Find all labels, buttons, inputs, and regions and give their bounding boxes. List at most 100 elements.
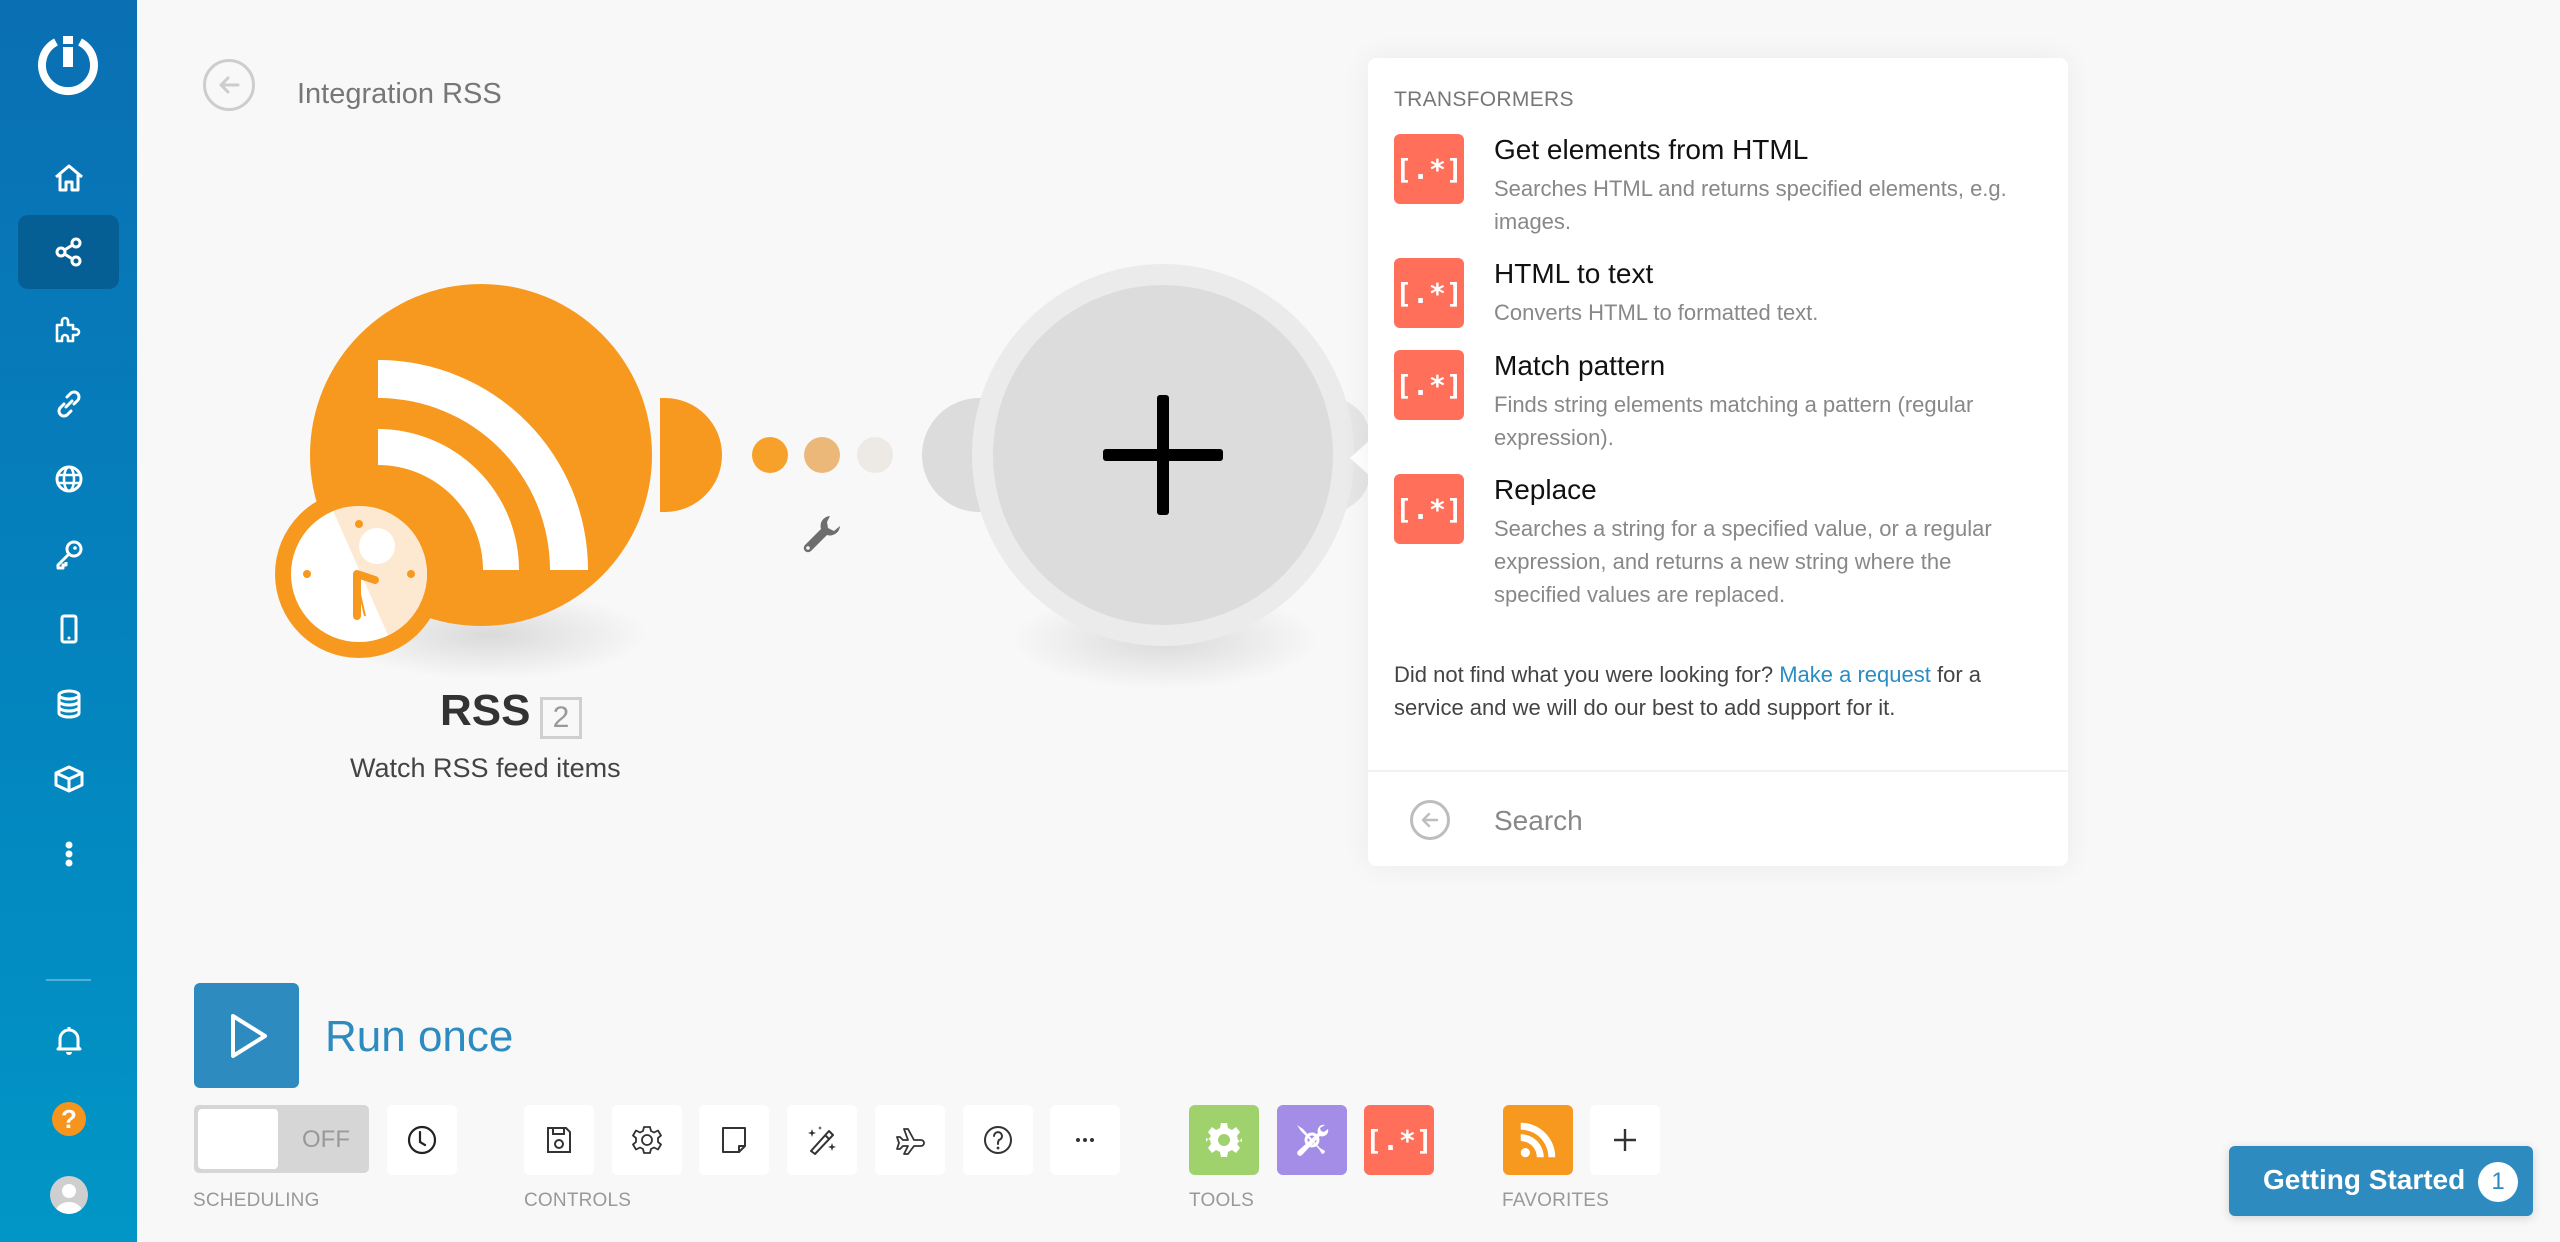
request-service-text: Did not find what you were looking for? … <box>1394 658 2034 724</box>
airplane-icon <box>896 1128 925 1155</box>
help-button[interactable] <box>963 1105 1033 1175</box>
settings-icon <box>632 1126 662 1154</box>
connector-dot <box>752 437 788 473</box>
mobile-icon <box>60 614 77 644</box>
sidebar-item-templates[interactable] <box>18 292 119 366</box>
favorite-rss[interactable] <box>1503 1105 1573 1175</box>
explain-flow-button[interactable] <box>875 1105 945 1175</box>
module-item-desc: Converts HTML to formatted text. <box>1494 300 1819 325</box>
connector-dot <box>804 437 840 473</box>
key-icon <box>56 540 82 570</box>
more-vertical-icon <box>65 841 72 867</box>
add-favorite-button[interactable] <box>1590 1105 1660 1175</box>
sidebar-item-home[interactable] <box>18 141 119 215</box>
plus-icon <box>1614 1129 1636 1151</box>
play-icon <box>230 1013 267 1058</box>
sidebar-item-connections[interactable] <box>18 367 119 441</box>
text-parser-icon: [.*] <box>1394 134 1464 204</box>
tools-icon <box>1297 1124 1329 1156</box>
run-once-button[interactable] <box>194 983 299 1088</box>
favorites-label: FAVORITES <box>1502 1190 1610 1211</box>
sidebar-item-more[interactable] <box>18 817 119 891</box>
search-back-button[interactable] <box>1410 800 1450 840</box>
toggle-knob <box>198 1109 278 1169</box>
text-parser-icon: [.*] <box>1394 350 1464 420</box>
more-button[interactable] <box>1050 1105 1120 1175</box>
getting-started-count: 1 <box>2478 1162 2518 1202</box>
user-icon <box>55 1184 83 1214</box>
notes-button[interactable] <box>699 1105 769 1175</box>
flow-control-tool[interactable] <box>1189 1105 1259 1175</box>
controls-label: CONTROLS <box>524 1190 632 1211</box>
scenario-settings-button[interactable] <box>612 1105 682 1175</box>
module-app-name: RSS <box>440 686 531 735</box>
sidebar-item-devices[interactable] <box>18 592 119 666</box>
avatar[interactable] <box>50 1176 88 1214</box>
module-action-label: Watch RSS feed items <box>350 753 621 783</box>
tools-tool[interactable] <box>1277 1105 1347 1175</box>
globe-icon <box>55 465 82 493</box>
module-search-input[interactable] <box>1492 798 2036 844</box>
module-item-name: Replace <box>1494 474 1597 505</box>
module-item-desc: Searches HTML and returns specified elem… <box>1494 176 2007 234</box>
module-item-desc: Searches a string for a specified value,… <box>1494 516 1992 607</box>
wrench-icon[interactable] <box>800 512 844 556</box>
sidebar-item-data-stores[interactable] <box>18 667 119 741</box>
save-icon <box>547 1127 571 1153</box>
sidebar-item-data-structures[interactable] <box>18 742 119 816</box>
schedule-settings-button[interactable] <box>387 1105 457 1175</box>
help-button[interactable]: ? <box>52 1102 86 1136</box>
save-button[interactable] <box>524 1105 594 1175</box>
arrow-left-icon <box>219 76 240 94</box>
share-nodes-icon <box>55 237 81 267</box>
module-id-badge: 2 <box>540 697 582 739</box>
bell-icon <box>56 1027 81 1055</box>
arrow-left-icon <box>1421 812 1439 828</box>
module-output-connector[interactable] <box>660 398 722 512</box>
sidebar-item-webhooks[interactable] <box>18 442 119 516</box>
run-once-label[interactable]: Run once <box>325 1012 513 1062</box>
auto-align-button[interactable] <box>787 1105 857 1175</box>
panel-divider <box>1368 770 2068 772</box>
module-item-name: Get elements from HTML <box>1494 134 1809 165</box>
section-title: TRANSFORMERS <box>1394 88 1574 111</box>
help-icon <box>984 1126 1012 1154</box>
rss-icon <box>1520 1122 1556 1158</box>
magic-wand-icon <box>808 1126 836 1155</box>
module-item-desc: Finds string elements matching a pattern… <box>1494 392 1974 450</box>
text-parser-tool[interactable]: [.*] <box>1364 1105 1434 1175</box>
more-icon <box>1076 1138 1094 1142</box>
clock-icon <box>291 506 427 642</box>
module-picker-panel: TRANSFORMERS [.*] Get elements from HTML… <box>1368 58 2068 866</box>
connector-dot <box>857 437 893 473</box>
getting-started-label: Getting Started <box>2263 1164 2466 1195</box>
clock-icon <box>407 1125 437 1155</box>
plus-icon <box>1103 395 1223 515</box>
sidebar-item-notifications[interactable] <box>18 1003 119 1077</box>
puzzle-icon <box>55 316 80 343</box>
module-item-name: HTML to text <box>1494 258 1654 289</box>
text-parser-icon: [.*] <box>1394 474 1464 544</box>
tools-label: TOOLS <box>1189 1190 1255 1211</box>
getting-started-button[interactable]: Getting Started 1 <box>2229 1146 2533 1216</box>
schedule-clock-badge[interactable] <box>275 490 443 658</box>
sidebar: ? <box>0 0 137 1242</box>
sidebar-item-scenarios[interactable] <box>18 215 119 289</box>
make-request-link[interactable]: Make a request <box>1779 662 1931 687</box>
footer-text-before: Did not find what you were looking for? <box>1394 662 1780 687</box>
sidebar-divider <box>46 979 91 981</box>
database-icon <box>57 689 80 719</box>
link-icon <box>57 390 80 418</box>
toggle-state: OFF <box>302 1126 350 1153</box>
integromat-logo-icon[interactable] <box>36 32 100 96</box>
notes-icon <box>722 1127 746 1153</box>
back-button[interactable] <box>203 59 255 111</box>
scenario-title[interactable]: Integration RSS <box>297 78 502 111</box>
cube-icon <box>54 765 83 793</box>
home-icon <box>54 164 83 192</box>
sidebar-item-keys[interactable] <box>18 517 119 591</box>
scheduling-toggle[interactable]: OFF <box>194 1105 369 1173</box>
gear-icon <box>1206 1123 1242 1157</box>
add-module-button[interactable] <box>993 285 1333 625</box>
panel-pointer <box>1350 440 1370 476</box>
